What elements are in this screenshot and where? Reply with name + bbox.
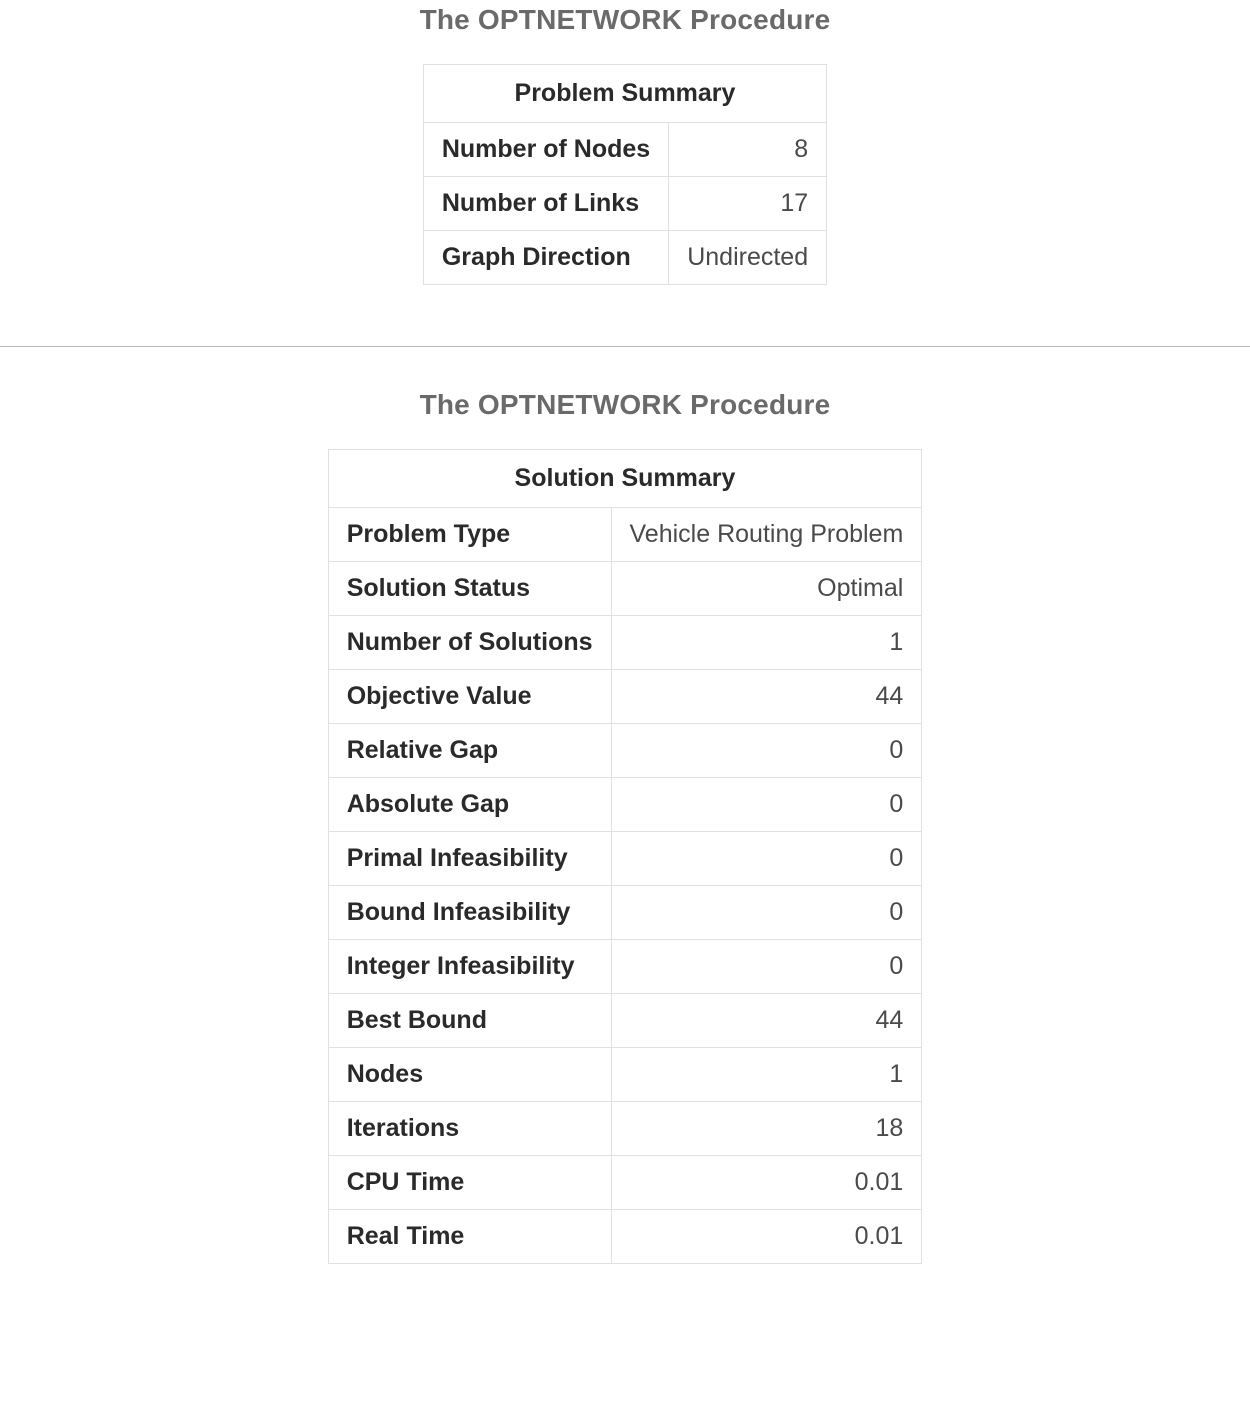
row-label: Relative Gap [328, 724, 611, 778]
table-row: Number of Solutions 1 [328, 616, 922, 670]
row-value: 0 [611, 940, 922, 994]
table-caption: Solution Summary [328, 450, 922, 508]
problem-summary-table: Problem Summary Number of Nodes 8 Number… [423, 64, 827, 285]
table-row: Number of Nodes 8 [423, 123, 826, 177]
table-row: Number of Links 17 [423, 177, 826, 231]
row-value: 8 [669, 123, 827, 177]
row-label: Absolute Gap [328, 778, 611, 832]
table-row: Solution Status Optimal [328, 562, 922, 616]
row-label: Iterations [328, 1102, 611, 1156]
row-value: Vehicle Routing Problem [611, 508, 922, 562]
row-label: Integer Infeasibility [328, 940, 611, 994]
row-value: 0.01 [611, 1156, 922, 1210]
row-value: 44 [611, 994, 922, 1048]
row-value: 1 [611, 1048, 922, 1102]
row-label: Number of Solutions [328, 616, 611, 670]
table-row: Relative Gap 0 [328, 724, 922, 778]
table-row: CPU Time 0.01 [328, 1156, 922, 1210]
row-value: Undirected [669, 231, 827, 285]
row-label: Problem Type [328, 508, 611, 562]
table-row: Objective Value 44 [328, 670, 922, 724]
row-value: 0.01 [611, 1210, 922, 1264]
row-value: 1 [611, 616, 922, 670]
row-label: Graph Direction [423, 231, 668, 285]
table-row: Primal Infeasibility 0 [328, 832, 922, 886]
table-row: Bound Infeasibility 0 [328, 886, 922, 940]
row-label: Solution Status [328, 562, 611, 616]
row-value: 0 [611, 724, 922, 778]
table-row: Graph Direction Undirected [423, 231, 826, 285]
row-label: Number of Links [423, 177, 668, 231]
row-value: 0 [611, 886, 922, 940]
row-value: 17 [669, 177, 827, 231]
table-row: Real Time 0.01 [328, 1210, 922, 1264]
row-label: Objective Value [328, 670, 611, 724]
row-label: Bound Infeasibility [328, 886, 611, 940]
solution-summary-section: The OPTNETWORK Procedure Solution Summar… [0, 389, 1250, 1289]
row-label: Nodes [328, 1048, 611, 1102]
table-row: Absolute Gap 0 [328, 778, 922, 832]
section-title: The OPTNETWORK Procedure [0, 389, 1250, 421]
row-value: 0 [611, 778, 922, 832]
table-caption: Problem Summary [423, 65, 826, 123]
problem-summary-section: The OPTNETWORK Procedure Problem Summary… [0, 0, 1250, 290]
row-value: 18 [611, 1102, 922, 1156]
row-label: Primal Infeasibility [328, 832, 611, 886]
section-divider [0, 346, 1250, 347]
table-row: Iterations 18 [328, 1102, 922, 1156]
table-row: Problem Type Vehicle Routing Problem [328, 508, 922, 562]
section-title: The OPTNETWORK Procedure [0, 4, 1250, 36]
row-value: 44 [611, 670, 922, 724]
row-label: Number of Nodes [423, 123, 668, 177]
table-row: Best Bound 44 [328, 994, 922, 1048]
row-value: 0 [611, 832, 922, 886]
row-label: Best Bound [328, 994, 611, 1048]
row-value: Optimal [611, 562, 922, 616]
solution-summary-table: Solution Summary Problem Type Vehicle Ro… [328, 449, 923, 1264]
row-label: CPU Time [328, 1156, 611, 1210]
row-label: Real Time [328, 1210, 611, 1264]
table-row: Nodes 1 [328, 1048, 922, 1102]
table-row: Integer Infeasibility 0 [328, 940, 922, 994]
